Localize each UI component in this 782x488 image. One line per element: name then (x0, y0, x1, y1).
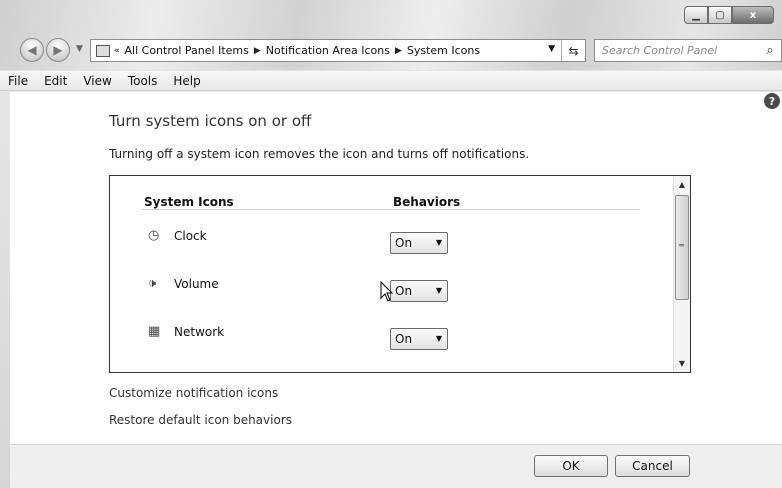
scroll-down-icon[interactable]: ▼ (674, 355, 690, 372)
menu-edit[interactable]: Edit (36, 74, 75, 88)
clock-behavior-select[interactable]: On ▼ (390, 232, 448, 254)
table-row: ◷ Clock On ▼ (148, 224, 458, 254)
restore-default-behaviors-link[interactable]: Restore default icon behaviors (109, 413, 292, 427)
menu-view[interactable]: View (75, 74, 119, 88)
back-button[interactable]: ◀ (20, 38, 44, 62)
select-value: On (395, 284, 413, 298)
chevron-down-icon: ▼ (435, 286, 442, 295)
ok-button[interactable]: OK (534, 455, 608, 477)
network-icon: ▦ (148, 324, 161, 339)
customize-notification-icons-link[interactable]: Customize notification icons (109, 386, 278, 400)
network-behavior-select[interactable]: On ▼ (390, 328, 448, 350)
maximize-icon: ▢ (715, 9, 725, 21)
caption-buttons: ▁ ▢ x (684, 6, 774, 24)
menu-file[interactable]: File (0, 74, 36, 88)
control-panel-icon (96, 44, 110, 57)
chevron-down-icon: ▼ (435, 334, 442, 343)
row-label-network: Network (174, 325, 225, 339)
grip-icon: ═ (679, 241, 684, 250)
back-arrow-icon: ◀ (27, 43, 37, 57)
select-value: On (395, 332, 413, 346)
close-icon: x (749, 9, 757, 21)
breadcrumb-item[interactable]: All Control Panel Items (120, 44, 254, 57)
search-icon[interactable]: ⌕ (759, 43, 781, 58)
mouse-pointer-icon (380, 281, 394, 302)
column-header-system-icons: System Icons (144, 195, 234, 209)
table-row: 🕩 Volume On ▼ (148, 272, 458, 302)
row-label-volume: Volume (174, 277, 219, 291)
system-icons-panel: System Icons Behaviors ◷ Clock On ▼ 🕩 Vo… (109, 175, 691, 373)
clock-icon: ◷ (148, 228, 160, 243)
refresh-button[interactable]: ⇆ (561, 40, 585, 61)
menu-help[interactable]: Help (165, 74, 208, 88)
address-bar[interactable]: « All Control Panel Items ▶ Notification… (90, 39, 586, 62)
menu-tools[interactable]: Tools (120, 74, 166, 88)
forward-button[interactable]: ▶ (46, 38, 70, 62)
recent-pages-icon[interactable]: ▼ (76, 44, 83, 54)
window-frame: ▁ ▢ x ◀ ▶ ▼ « All Control Panel Items ▶ … (0, 0, 782, 488)
table-row: ▦ Network On ▼ (148, 320, 458, 350)
maximize-button[interactable]: ▢ (708, 6, 732, 24)
chevron-right-icon[interactable]: ▶ (395, 46, 402, 56)
search-box[interactable]: Search Control Panel ⌕ (594, 39, 782, 62)
page-description: Turning off a system icon removes the ic… (109, 147, 530, 161)
vertical-scrollbar[interactable]: ▲ ═ ▼ (673, 176, 690, 372)
minimize-icon: ▁ (692, 9, 700, 21)
header-divider (142, 209, 640, 210)
forward-arrow-icon: ▶ (53, 43, 63, 57)
row-label-clock: Clock (174, 229, 207, 243)
column-header-behaviors: Behaviors (393, 195, 461, 209)
breadcrumb-item[interactable]: System Icons (402, 44, 485, 57)
menu-bar: File Edit View Tools Help (0, 71, 782, 91)
search-input[interactable]: Search Control Panel (595, 44, 759, 57)
dialog-footer: OK Cancel (10, 444, 782, 488)
volume-behavior-select[interactable]: On ▼ (390, 280, 448, 302)
select-value: On (395, 236, 413, 250)
scroll-up-icon[interactable]: ▲ (674, 176, 690, 193)
address-dropdown-icon[interactable]: ▼ (548, 44, 555, 54)
content-area: ? Turn system icons on or off Turning of… (10, 92, 782, 444)
minimize-button[interactable]: ▁ (684, 6, 708, 24)
close-button[interactable]: x (732, 6, 774, 24)
page-title: Turn system icons on or off (109, 112, 312, 130)
chevron-right-icon[interactable]: ▶ (254, 46, 261, 56)
refresh-icon: ⇆ (568, 43, 579, 58)
chevron-down-icon: ▼ (435, 238, 442, 247)
volume-icon: 🕩 (148, 276, 157, 291)
scrollbar-thumb[interactable]: ═ (675, 195, 689, 300)
breadcrumb-item[interactable]: Notification Area Icons (261, 44, 395, 57)
help-icon[interactable]: ? (764, 93, 780, 109)
navigation-bar: ◀ ▶ ▼ « All Control Panel Items ▶ Notifi… (10, 38, 782, 64)
cancel-button[interactable]: Cancel (615, 455, 690, 477)
